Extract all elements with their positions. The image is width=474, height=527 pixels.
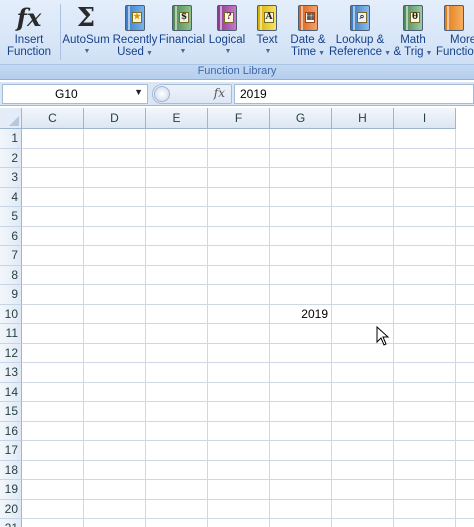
gridline-horizontal xyxy=(22,323,474,324)
magnifier-book-icon: ⌕ xyxy=(330,2,390,34)
gridline-vertical xyxy=(331,129,332,527)
sigma-icon: Σ xyxy=(76,3,96,33)
gridline-horizontal xyxy=(22,284,474,285)
mouse-pointer-icon xyxy=(376,326,390,346)
insert-function-fx-icon[interactable]: fx xyxy=(214,86,225,100)
gridline-vertical xyxy=(207,129,208,527)
row-header-21[interactable]: 21 xyxy=(0,519,22,527)
row-header-16[interactable]: 16 xyxy=(0,421,22,441)
row-header-10[interactable]: 10 xyxy=(0,304,22,324)
gridline-horizontal xyxy=(22,264,474,266)
row-header-17[interactable]: 17 xyxy=(0,441,22,461)
gridline-horizontal xyxy=(22,342,474,344)
row-header-18[interactable]: 18 xyxy=(0,460,22,480)
row-header-11[interactable]: 11 xyxy=(0,324,22,344)
gridline-horizontal xyxy=(22,381,474,383)
autosum-button[interactable]: Σ AutoSum ▼ xyxy=(62,2,110,62)
dropdown-arrow-icon: ▼ xyxy=(425,50,433,57)
gridline-vertical xyxy=(393,129,394,527)
financial-button[interactable]: $ Financial ▼ xyxy=(158,2,206,62)
column-header-c[interactable]: C xyxy=(22,108,84,129)
name-box[interactable]: G10 ▼ xyxy=(2,84,148,104)
text-book-icon: A xyxy=(250,2,284,34)
select-all-corner[interactable] xyxy=(0,108,22,129)
insert-function-button[interactable]: fx Insert Function xyxy=(2,2,56,62)
gridline-vertical xyxy=(269,129,270,527)
formula-bar: G10 ▼ fx 2019 xyxy=(0,82,474,106)
star-book-icon: ★ xyxy=(112,2,158,34)
gridline-horizontal xyxy=(22,186,474,188)
row-header-3[interactable]: 3 xyxy=(0,168,22,188)
gridline-horizontal xyxy=(22,245,474,246)
row-header-14[interactable]: 14 xyxy=(0,382,22,402)
row-header-5[interactable]: 5 xyxy=(0,207,22,227)
gridline-horizontal xyxy=(22,479,474,480)
dropdown-arrow-icon: ▼ xyxy=(179,48,187,55)
formula-input[interactable]: 2019 xyxy=(234,84,474,104)
dropdown-arrow-icon: ▼ xyxy=(83,48,91,55)
column-header-i[interactable]: I xyxy=(394,108,456,129)
row-header-9[interactable]: 9 xyxy=(0,285,22,305)
function-library-group-label: Function Library xyxy=(0,64,474,79)
dropdown-arrow-icon: ▼ xyxy=(384,50,391,57)
dropdown-arrow-icon: ▼ xyxy=(318,50,326,57)
column-header-g[interactable]: G xyxy=(270,108,332,129)
row-header-15[interactable]: 15 xyxy=(0,402,22,422)
row-header-7[interactable]: 7 xyxy=(0,246,22,266)
gridline-horizontal xyxy=(22,147,474,149)
row-header-2[interactable]: 2 xyxy=(0,148,22,168)
worksheet-grid[interactable]: CDEFGHI 1 2 3 4 5 6 7 8 9 10 11 12 13 14 15 16 17 18 19 20 2… xyxy=(0,108,474,527)
gridline-horizontal xyxy=(22,167,474,168)
row-header-20[interactable]: 20 xyxy=(0,499,22,519)
row-header-1[interactable]: 1 xyxy=(0,129,22,149)
financial-book-icon: $ xyxy=(158,2,206,34)
gridline-horizontal xyxy=(22,303,474,305)
row-header-19[interactable]: 19 xyxy=(0,480,22,500)
ribbon-separator xyxy=(60,4,61,60)
row-header-13[interactable]: 13 xyxy=(0,363,22,383)
formula-bar-expand-handle[interactable] xyxy=(154,86,170,102)
logical-button[interactable]: ? Logical ▼ xyxy=(207,2,247,62)
gridline-horizontal xyxy=(22,401,474,402)
column-header-d[interactable]: D xyxy=(84,108,146,129)
row-header-8[interactable]: 8 xyxy=(0,265,22,285)
recently-used-button[interactable]: ★ Recently Used ▼ xyxy=(112,2,158,62)
gridline-vertical xyxy=(83,129,84,527)
gridline-horizontal xyxy=(22,420,474,422)
text-button[interactable]: A Text ▼ xyxy=(250,2,284,62)
dropdown-arrow-icon: ▼ xyxy=(264,48,272,55)
dropdown-arrow-icon: ▼ xyxy=(145,50,153,57)
gridline-horizontal xyxy=(22,362,474,363)
gridline-horizontal xyxy=(22,206,474,207)
date-time-button[interactable]: ▦ Date & Time ▼ xyxy=(287,2,329,62)
row-header-6[interactable]: 6 xyxy=(0,226,22,246)
gridline-vertical xyxy=(145,129,146,527)
name-box-dropdown-icon[interactable]: ▼ xyxy=(134,87,143,97)
formula-bar-controls: fx xyxy=(152,84,232,104)
gridline-vertical xyxy=(455,129,456,527)
more-functions-button[interactable]: More Function xyxy=(436,2,474,62)
column-header-e[interactable]: E xyxy=(146,108,208,129)
question-book-icon: ? xyxy=(207,2,247,34)
gridline-horizontal xyxy=(22,459,474,461)
gridline-horizontal xyxy=(22,225,474,227)
gridline-horizontal xyxy=(22,498,474,500)
lookup-reference-button[interactable]: ⌕ Lookup & Reference ▼ xyxy=(329,2,391,62)
row-header-4[interactable]: 4 xyxy=(0,187,22,207)
fx-icon: fx xyxy=(16,3,42,32)
ribbon: fx Insert Function Σ AutoSum ▼ ★ Recentl… xyxy=(0,0,474,80)
more-book-icon xyxy=(436,2,474,34)
cell-g10[interactable]: 2019 xyxy=(270,305,328,325)
gridline-horizontal xyxy=(22,440,474,441)
math-trig-button[interactable]: θ Math & Trig ▼ xyxy=(392,2,434,62)
column-header-h[interactable]: H xyxy=(332,108,394,129)
gridline-horizontal xyxy=(22,518,474,519)
column-header-f[interactable]: F xyxy=(208,108,270,129)
calendar-book-icon: ▦ xyxy=(287,2,329,34)
dropdown-arrow-icon: ▼ xyxy=(224,48,232,55)
theta-book-icon: θ xyxy=(392,2,434,34)
row-header-12[interactable]: 12 xyxy=(0,343,22,363)
